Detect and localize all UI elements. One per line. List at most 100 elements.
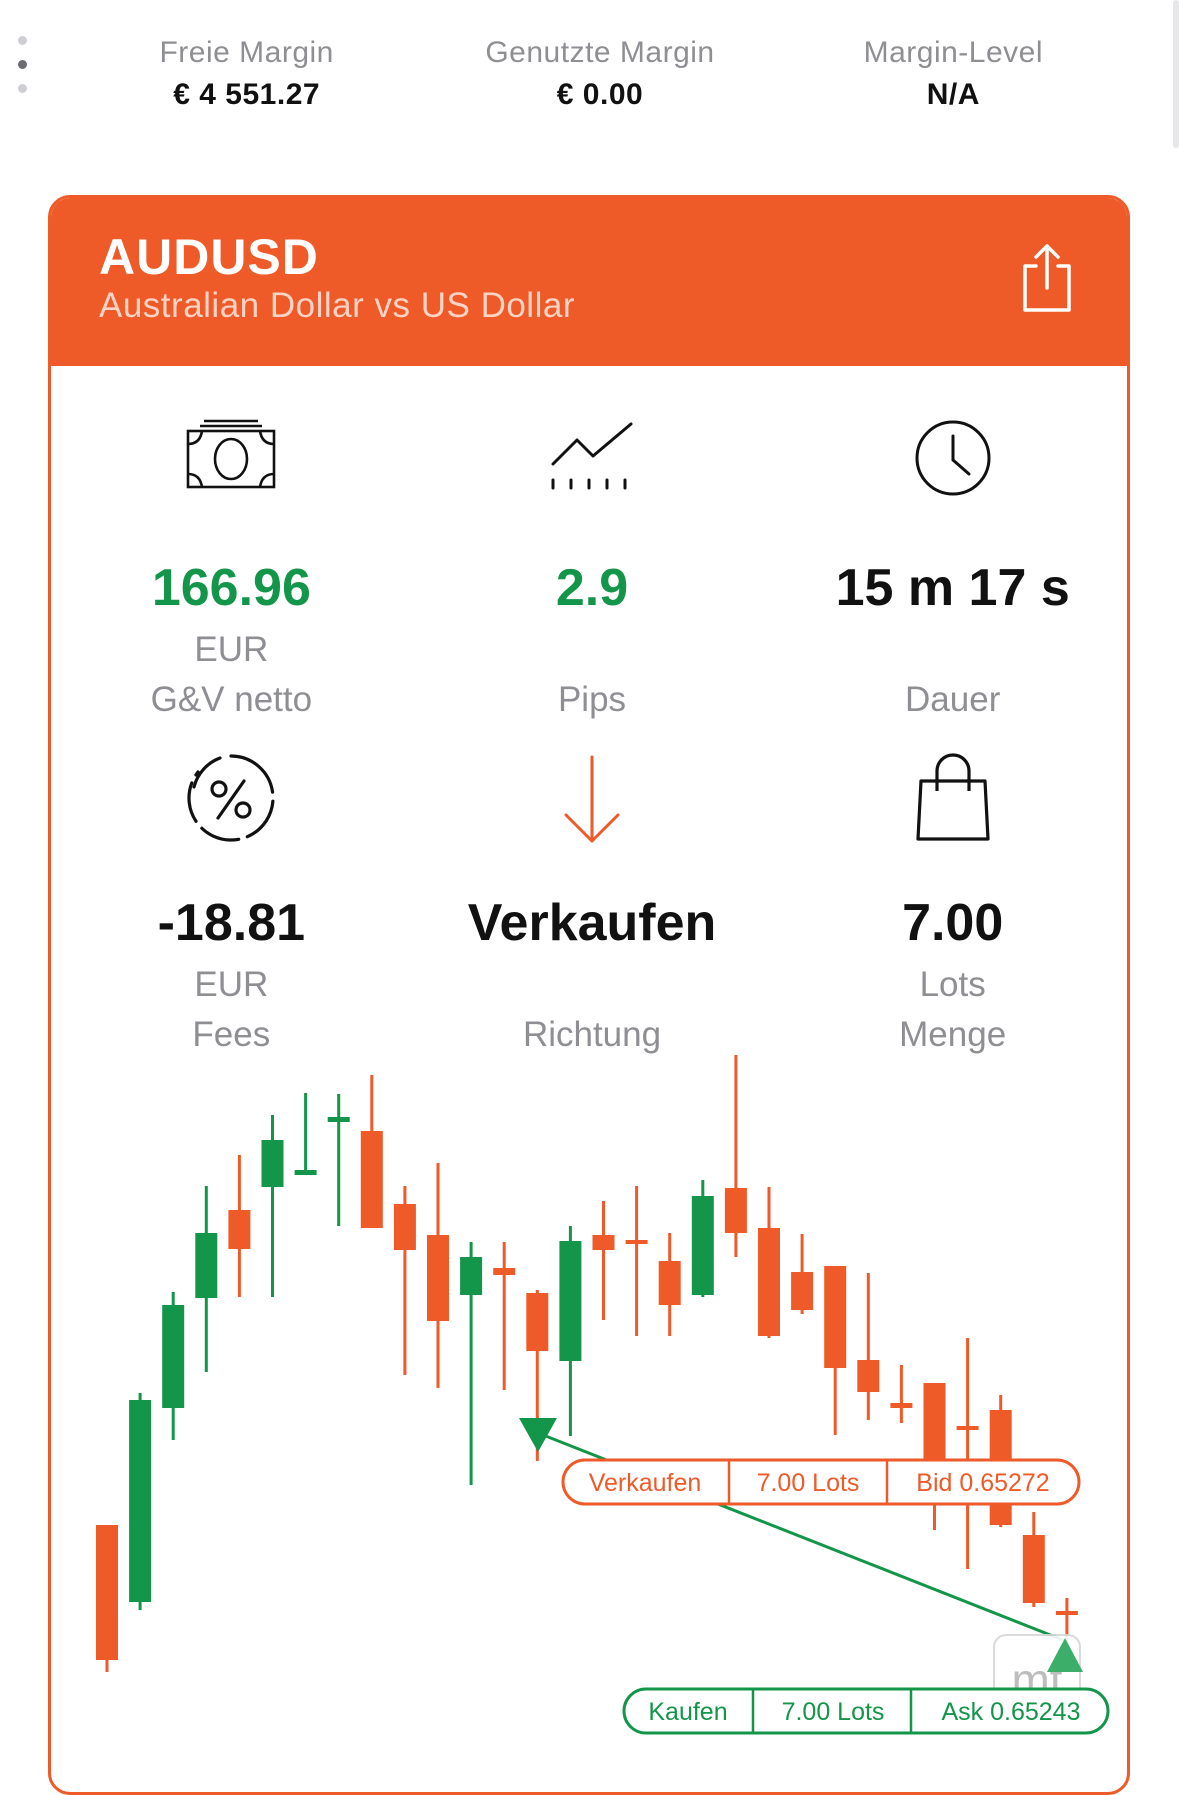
used-margin: Genutzte Margin € 0.00 xyxy=(423,36,776,126)
candle xyxy=(592,1201,615,1320)
buy-price: Ask 0.65243 xyxy=(942,1698,1081,1726)
candle xyxy=(923,1383,946,1530)
candle-body xyxy=(195,1233,218,1298)
buy-trade-label[interactable]: Kaufen 7.00 Lots Ask 0.65243 xyxy=(622,1687,1110,1735)
candle-body xyxy=(294,1170,317,1175)
candle-body xyxy=(1055,1611,1078,1615)
sell-direction: Verkaufen xyxy=(589,1469,702,1497)
pips-value: 2.9 xyxy=(555,559,629,617)
candle-body xyxy=(427,1235,449,1321)
candle xyxy=(890,1365,913,1423)
candle xyxy=(195,1186,218,1372)
candle xyxy=(857,1273,880,1420)
used-margin-label: Genutzte Margin xyxy=(485,36,715,69)
candle-body xyxy=(526,1293,549,1351)
candle-body xyxy=(393,1204,416,1250)
candle-body xyxy=(592,1235,615,1250)
share-icon[interactable] xyxy=(1019,242,1075,314)
duration-value: 15 m 17 s xyxy=(835,559,1070,617)
candle xyxy=(691,1180,714,1297)
candle xyxy=(559,1226,582,1436)
margin-level-value: N/A xyxy=(926,78,980,111)
pnl-label: G&V netto xyxy=(150,680,313,719)
candle-body xyxy=(228,1210,251,1249)
candle xyxy=(824,1266,847,1435)
page-dot xyxy=(18,36,27,45)
candle-body xyxy=(625,1240,648,1244)
card-header: AUDUSD Australian Dollar vs US Dollar xyxy=(51,198,1127,366)
candle-body xyxy=(460,1257,483,1295)
candle xyxy=(228,1155,251,1297)
candle-body xyxy=(956,1426,979,1430)
stats-row-1: 166.96 EUR G&V netto 2.9 Pips 15 m 17 s … xyxy=(51,418,1127,738)
stat-pips: 2.9 Pips xyxy=(412,418,773,738)
candle xyxy=(1022,1512,1045,1607)
candle xyxy=(96,1525,118,1672)
candle-body xyxy=(724,1188,747,1233)
margin-summary: Freie Margin € 4 551.27 Genutzte Margin … xyxy=(70,36,1130,126)
candle-body xyxy=(824,1266,847,1368)
pnl-value: 166.96 xyxy=(151,559,311,617)
candlestick-chart[interactable]: mtVerkaufen 7.00 Lots Bid 0.65272Kaufen 7.0… xyxy=(0,840,1179,1742)
candle xyxy=(625,1186,648,1336)
candle xyxy=(724,1055,747,1257)
candle xyxy=(261,1115,284,1297)
candle xyxy=(360,1075,383,1228)
page-dot-active xyxy=(18,60,27,69)
candle xyxy=(658,1233,681,1336)
candle-body xyxy=(758,1228,780,1336)
margin-level-label: Margin-Level xyxy=(863,36,1044,69)
clock-icon xyxy=(915,420,991,496)
margin-level: Margin-Level N/A xyxy=(777,36,1130,126)
candle-body xyxy=(261,1140,284,1187)
used-margin-value: € 0.00 xyxy=(556,78,644,111)
candle-body xyxy=(360,1131,383,1228)
candle xyxy=(493,1242,516,1390)
scroll-indicator xyxy=(1173,0,1179,148)
candle-body xyxy=(791,1272,814,1310)
candle-body xyxy=(129,1400,152,1602)
candle-body xyxy=(890,1403,913,1408)
buy-lots: 7.00 Lots xyxy=(782,1698,885,1726)
instrument-description: Australian Dollar vs US Dollar xyxy=(99,286,575,325)
duration-label: Dauer xyxy=(905,680,1001,719)
candle-body xyxy=(327,1117,350,1122)
free-margin: Freie Margin € 4 551.27 xyxy=(70,36,423,126)
free-margin-label: Freie Margin xyxy=(159,36,334,69)
stat-pnl: 166.96 EUR G&V netto xyxy=(51,418,412,738)
candle-body xyxy=(96,1525,118,1660)
buy-direction: Kaufen xyxy=(648,1698,727,1726)
candle xyxy=(327,1094,350,1226)
candle-body xyxy=(1022,1535,1045,1603)
candle xyxy=(129,1393,152,1610)
arrow-down-icon xyxy=(564,755,620,843)
candle xyxy=(758,1187,780,1338)
candle-body xyxy=(857,1360,880,1392)
free-margin-value: € 4 551.27 xyxy=(173,78,321,111)
stat-duration: 15 m 17 s Dauer xyxy=(772,418,1127,738)
candle-body xyxy=(691,1196,714,1295)
candle xyxy=(294,1093,317,1175)
candle xyxy=(956,1338,979,1569)
candle-body xyxy=(493,1268,516,1275)
banknote-icon xyxy=(187,419,276,489)
candle xyxy=(162,1292,185,1440)
sell-trade-label[interactable]: Verkaufen 7.00 Lots Bid 0.65272 xyxy=(561,1458,1081,1506)
candle xyxy=(393,1186,416,1375)
instrument-symbol: AUDUSD xyxy=(99,229,319,285)
candle-body xyxy=(162,1305,185,1408)
sell-lots: 7.00 Lots xyxy=(757,1469,860,1497)
page-dot xyxy=(18,84,27,93)
pnl-unit: EUR xyxy=(194,630,269,669)
shopping-bag-icon xyxy=(916,753,990,841)
candle xyxy=(460,1242,483,1485)
sell-price: Bid 0.65272 xyxy=(916,1469,1049,1497)
pips-label: Pips xyxy=(557,680,627,719)
candle-body xyxy=(559,1241,582,1361)
candle xyxy=(791,1234,814,1314)
page-indicator[interactable] xyxy=(18,36,30,108)
trend-line-icon xyxy=(551,422,633,490)
candle xyxy=(427,1163,449,1388)
percent-icon xyxy=(187,754,275,842)
sell-marker[interactable] xyxy=(519,1418,557,1452)
